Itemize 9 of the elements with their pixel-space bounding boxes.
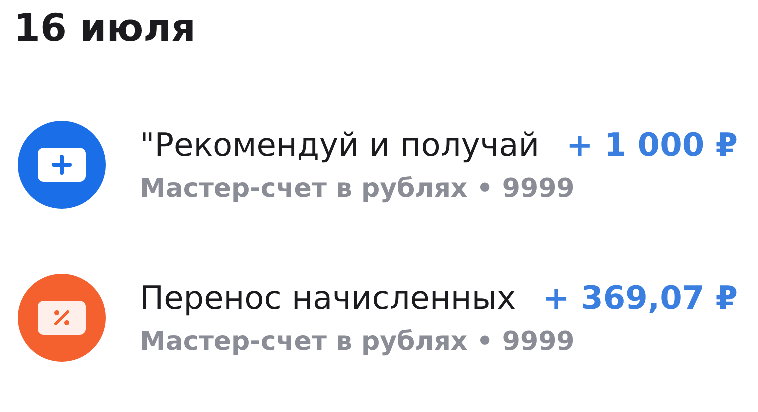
percent-icon xyxy=(37,300,87,336)
account-label: Мастер-счет в рублях • 9999 xyxy=(140,326,576,356)
date-heading: 16 июля xyxy=(13,5,197,52)
account-label: Мастер-счет в рублях • 9999 xyxy=(140,174,576,204)
transaction-amount: + 369,07 ₽ xyxy=(543,278,738,316)
transaction-title: Перенос начисленных xyxy=(140,278,516,316)
card-plus-icon xyxy=(37,146,87,182)
transaction-amount: + 1 000 ₽ xyxy=(566,126,738,164)
transaction-title: "Рекомендуй и получай xyxy=(140,126,540,164)
